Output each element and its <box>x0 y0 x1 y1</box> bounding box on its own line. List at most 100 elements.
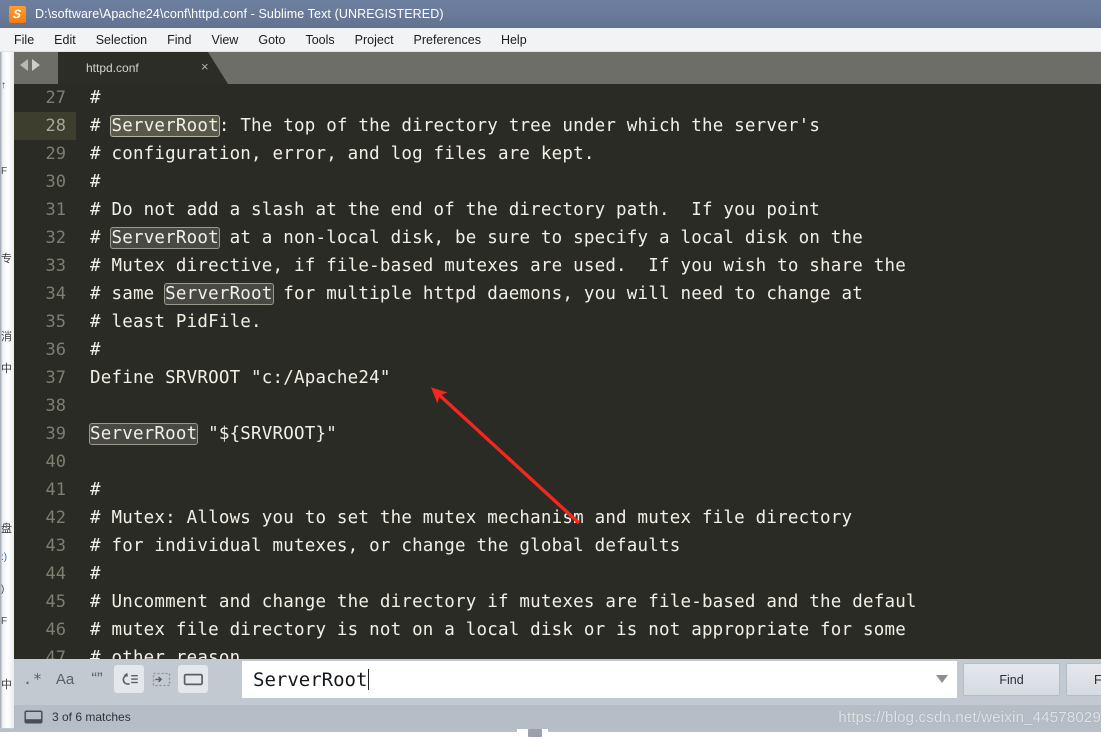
code-line[interactable]: 35 # least PidFile. <box>14 308 1101 336</box>
find-all-button[interactable]: Find All <box>1066 663 1101 696</box>
code-text: # same ServerRoot for multiple httpd dae… <box>90 283 863 305</box>
code-line[interactable]: 37 Define SRVROOT "c:/Apache24" <box>14 364 1101 392</box>
code-line[interactable]: 34 # same ServerRoot for multiple httpd d… <box>14 280 1101 308</box>
code-text: # ServerRoot at a non-local disk, be sur… <box>90 227 863 249</box>
bottom-window-chrome <box>0 729 1101 739</box>
find-input[interactable]: ServerRoot <box>242 661 957 698</box>
search-match: ServerRoot <box>88 423 199 445</box>
code-text: # <box>90 340 101 360</box>
code-line[interactable]: 27 # <box>14 84 1101 112</box>
line-number: 34 <box>45 284 66 304</box>
tab-label: httpd.conf <box>86 61 139 75</box>
line-number: 39 <box>45 424 66 444</box>
code-line[interactable]: 32 # ServerRoot at a non-local disk, be s… <box>14 224 1101 252</box>
code-text: # <box>90 564 101 584</box>
sublime-text-window: ↑ F 专 消 中 盘 :) ) F 中 S D:\software\Apach… <box>0 0 1101 739</box>
in-selection-toggle-button[interactable] <box>146 665 176 693</box>
line-number: 38 <box>45 396 66 416</box>
line-number: 36 <box>45 340 66 360</box>
search-match: ServerRoot <box>110 227 220 249</box>
background-window-sliver: ↑ F 专 消 中 盘 :) ) F 中 <box>0 28 14 728</box>
bg-fragment: F <box>1 166 8 177</box>
code-line[interactable]: 28 # ServerRoot: The top of the directory… <box>14 112 1101 140</box>
menu-item-help[interactable]: Help <box>499 32 529 48</box>
regex-toggle-button[interactable]: .* <box>18 665 48 693</box>
case-sensitive-icon: Aa <box>55 670 75 688</box>
line-number: 41 <box>45 480 66 500</box>
tab-httpd-conf[interactable]: httpd.conf × <box>58 52 228 84</box>
regex-icon: .* <box>22 670 44 688</box>
tab-prev-arrow-icon[interactable] <box>20 59 28 71</box>
code-text: # <box>90 480 101 500</box>
line-number: 33 <box>45 256 66 276</box>
line-number: 31 <box>45 200 66 220</box>
tab-next-arrow-icon[interactable] <box>32 59 40 71</box>
bg-fragment: 消 <box>1 331 12 343</box>
code-text: # Mutex directive, if file-based mutexes… <box>90 256 906 276</box>
highlight-icon <box>183 673 203 685</box>
menu-item-edit[interactable]: Edit <box>52 32 78 48</box>
menu-item-preferences[interactable]: Preferences <box>412 32 483 48</box>
bottom-resize-nub[interactable] <box>528 729 542 737</box>
code-line[interactable]: 40 <box>14 448 1101 476</box>
code-line[interactable]: 42 # Mutex: Allows you to set the mutex m… <box>14 504 1101 532</box>
code-text: # <box>90 88 101 108</box>
line-number: 35 <box>45 312 66 332</box>
code-text: # configuration, error, and log files ar… <box>90 144 595 164</box>
line-number: 40 <box>45 452 66 472</box>
menu-item-tools[interactable]: Tools <box>303 32 336 48</box>
menu-item-goto[interactable]: Goto <box>256 32 287 48</box>
code-text: ServerRoot "${SRVROOT}" <box>88 423 337 445</box>
code-text: # <box>90 172 101 192</box>
code-line[interactable]: 36 # <box>14 336 1101 364</box>
whole-word-toggle-button[interactable]: “” <box>82 665 112 693</box>
tab-close-icon[interactable]: × <box>201 60 209 74</box>
search-match: ServerRoot <box>110 115 220 137</box>
line-number: 43 <box>45 536 66 556</box>
code-line[interactable]: 47 # other reason. <box>14 644 1101 659</box>
line-number: 29 <box>45 144 66 164</box>
menu-item-find[interactable]: Find <box>165 32 193 48</box>
menu-item-selection[interactable]: Selection <box>94 32 149 48</box>
code-line[interactable]: 33 # Mutex directive, if file-based mutex… <box>14 252 1101 280</box>
code-line[interactable]: 31 # Do not add a slash at the end of the… <box>14 196 1101 224</box>
highlight-results-toggle-button[interactable] <box>178 665 208 693</box>
code-line[interactable]: 46 # mutex file directory is not on a loc… <box>14 616 1101 644</box>
text-caret <box>368 669 370 690</box>
find-history-dropdown-icon[interactable] <box>936 675 948 683</box>
wrap-icon <box>122 672 138 685</box>
find-button[interactable]: Find <box>963 663 1060 696</box>
line-number: 27 <box>45 88 66 108</box>
code-line[interactable]: 45 # Uncomment and change the directory i… <box>14 588 1101 616</box>
code-line[interactable]: 38 <box>14 392 1101 420</box>
code-line[interactable]: 44 # <box>14 560 1101 588</box>
line-number: 37 <box>45 368 66 388</box>
menu-item-file[interactable]: File <box>12 32 36 48</box>
menu-item-project[interactable]: Project <box>353 32 396 48</box>
code-text: # Mutex: Allows you to set the mutex mec… <box>90 508 853 528</box>
tab-strip: httpd.conf × <box>14 52 1101 84</box>
case-sensitive-toggle-button[interactable]: Aa <box>50 665 80 693</box>
bg-fragment: 盘 <box>1 523 12 535</box>
find-input-value: ServerRoot <box>253 668 368 691</box>
app-icon-letter: S <box>12 7 23 21</box>
code-text: Define SRVROOT "c:/Apache24" <box>90 368 391 388</box>
bg-fragment: F <box>1 616 8 627</box>
code-editor[interactable]: 27 #28 # ServerRoot: The top of the direct… <box>14 84 1101 659</box>
bottom-seam-right <box>548 729 1101 732</box>
code-text: # mutex file directory is not on a local… <box>90 620 906 640</box>
wrap-toggle-button[interactable] <box>114 665 144 693</box>
code-line[interactable]: 29 # configuration, error, and log files … <box>14 140 1101 168</box>
find-bar: .* Aa “” ServerRoot Find F <box>14 659 1101 705</box>
code-line[interactable]: 30 # <box>14 168 1101 196</box>
code-text: # Uncomment and change the directory if … <box>90 592 917 612</box>
bg-fragment: 中 <box>1 679 12 691</box>
code-line[interactable]: 43 # for individual mutexes, or change th… <box>14 532 1101 560</box>
menu-item-view[interactable]: View <box>209 32 240 48</box>
line-number: 44 <box>45 564 66 584</box>
code-line[interactable]: 41 # <box>14 476 1101 504</box>
bg-fragment: 专 <box>1 253 12 265</box>
in-selection-icon <box>152 672 170 686</box>
find-options: .* Aa “” <box>18 665 208 693</box>
code-line[interactable]: 39 ServerRoot "${SRVROOT}" <box>14 420 1101 448</box>
